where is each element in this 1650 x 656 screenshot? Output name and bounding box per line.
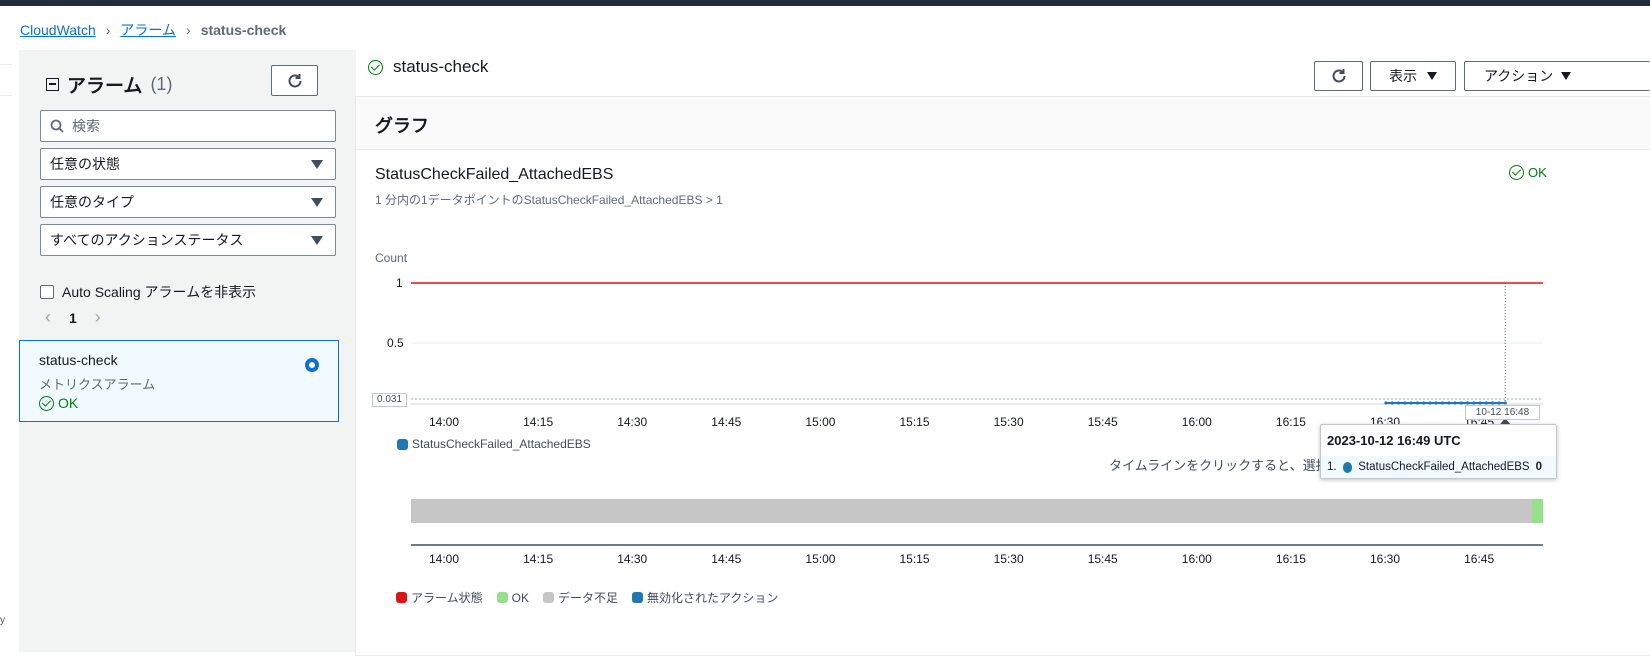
x-tick-label: 14:00 — [429, 552, 460, 566]
data-point — [1453, 401, 1457, 405]
legend-swatch — [396, 592, 407, 603]
x-tick-label: 15:30 — [993, 415, 1024, 429]
data-point — [1434, 401, 1438, 405]
timeline-insufficient-segment — [411, 499, 1532, 523]
x-tick-label: 16:45 — [1464, 552, 1495, 566]
threshold-marker-label: 0.031 — [372, 393, 407, 407]
x-tick-label: 16:15 — [1275, 552, 1306, 566]
data-point — [1390, 401, 1394, 405]
data-point — [1447, 401, 1451, 405]
x-tick-label: 16:15 — [1275, 415, 1306, 429]
legend-label: データ不足 — [557, 591, 618, 605]
tooltip-series-swatch — [1342, 461, 1353, 473]
x-tick-label: 14:30 — [617, 415, 648, 429]
x-tick-label: 15:45 — [1087, 415, 1118, 429]
x-tick-label: 15:00 — [805, 415, 836, 429]
data-point — [1403, 401, 1407, 405]
cursor-time-label: 10-12 16:48 — [1465, 405, 1540, 420]
x-tick-label: 14:00 — [429, 415, 460, 429]
series-legend-item[interactable]: StatusCheckFailed_AttachedEBS — [397, 437, 591, 451]
data-point — [1440, 401, 1445, 405]
x-tick-label: 14:45 — [711, 415, 742, 429]
x-tick-label: 15:45 — [1087, 552, 1118, 566]
tooltip-row: 1. StatusCheckFailed_AttachedEBS 0 — [1321, 456, 1556, 478]
x-tick-label: 15:15 — [899, 415, 930, 429]
series-legend-swatch — [397, 438, 408, 450]
x-tick-label: 14:30 — [617, 552, 648, 566]
tooltip-series: StatusCheckFailed_AttachedEBS — [1358, 461, 1530, 473]
legend-insufficient-data: データ不足 — [542, 589, 618, 606]
timeline-hint: タイムラインをクリックすると、選択した — [1109, 458, 1355, 473]
x-tick-label: 15:30 — [993, 552, 1024, 566]
timeline-legend: アラーム状態 OK データ不足 無効化されたアクション — [396, 589, 778, 606]
x-tick-label: 15:00 — [805, 552, 836, 566]
legend-swatch — [632, 592, 643, 603]
data-point — [1428, 401, 1432, 405]
x-tick-label: 14:45 — [711, 552, 742, 566]
x-tick-label: 14:15 — [523, 415, 554, 429]
x-tick-label: 16:00 — [1181, 552, 1212, 566]
x-tick-label: 14:15 — [523, 552, 554, 566]
x-tick-label: 16:00 — [1181, 415, 1212, 429]
tooltip-time: 2023-10-12 16:49 UTC — [1327, 433, 1461, 448]
legend-swatch — [496, 592, 508, 603]
data-point — [1415, 401, 1419, 405]
data-point — [1422, 401, 1426, 405]
series-legend-label: StatusCheckFailed_AttachedEBS — [412, 437, 591, 451]
data-point — [1396, 401, 1401, 405]
legend-ok: OK — [496, 590, 529, 605]
data-point — [1384, 401, 1388, 405]
tooltip-value: 0 — [1535, 461, 1542, 473]
data-point — [1459, 401, 1463, 405]
legend-actions-disabled: 無効化されたアクション — [632, 589, 778, 606]
x-tick-label: 15:15 — [899, 552, 930, 566]
timeline-ok-segment — [1532, 499, 1543, 523]
legend-label: 無効化されたアクション — [647, 591, 779, 605]
x-tick-label: 16:30 — [1370, 552, 1401, 566]
legend-alarm-state: アラーム状態 — [396, 589, 483, 606]
tooltip-index: 1. — [1327, 461, 1337, 473]
datapoint-tooltip: 2023-10-12 16:49 UTC 1. StatusCheckFaile… — [1320, 424, 1557, 479]
legend-label: OK — [511, 590, 529, 605]
legend-swatch — [542, 592, 554, 603]
legend-label: アラーム状態 — [411, 591, 483, 605]
data-point — [1409, 401, 1413, 405]
